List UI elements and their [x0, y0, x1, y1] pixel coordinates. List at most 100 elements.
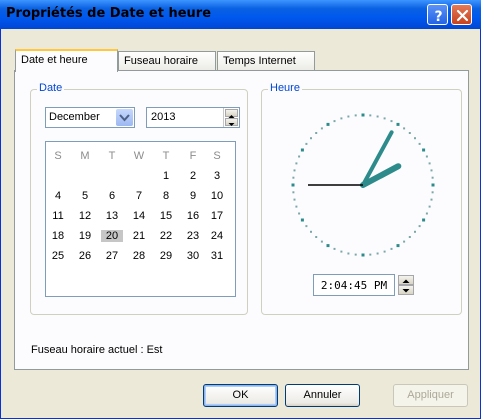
clock-minute-mark	[354, 253, 357, 256]
clock-minute-mark	[390, 247, 393, 250]
calendar-day[interactable]: 27	[101, 250, 123, 262]
calendar-day[interactable]: 31	[206, 250, 228, 262]
year-stepper[interactable]: 2013	[146, 107, 240, 128]
calendar-day[interactable]: 5	[74, 190, 96, 202]
calendar-day[interactable]: 10	[206, 190, 228, 202]
close-icon	[456, 9, 469, 22]
clock-minute-mark	[295, 162, 298, 165]
clock-minute-mark	[408, 236, 411, 238]
close-button[interactable]	[451, 4, 472, 25]
calendar-day[interactable]: 17	[206, 210, 228, 222]
month-select[interactable]: December	[45, 107, 135, 128]
calendar-day[interactable]: 19	[74, 230, 96, 242]
weekday-header: T	[162, 150, 170, 162]
weekday-header: S	[54, 150, 62, 162]
calendar-day[interactable]: 11	[47, 210, 69, 222]
clock-minute-mark	[418, 225, 421, 228]
month-value: December	[49, 111, 100, 123]
time-field[interactable]: 2:04:45 PM	[313, 274, 395, 296]
clock-minute-mark	[333, 247, 336, 250]
calendar-day[interactable]: 16	[182, 210, 204, 222]
weekday-header: F	[189, 150, 197, 162]
analog-clock	[291, 113, 435, 257]
calendar-day[interactable]: 28	[128, 250, 150, 262]
calendar-day[interactable]: 14	[128, 210, 150, 222]
calendar-day-selected[interactable]: 20	[101, 230, 123, 242]
clock-minute-mark	[315, 236, 318, 238]
tab-timezone[interactable]: Fuseau horaire	[118, 51, 216, 71]
clock-minute-mark	[408, 132, 411, 134]
spin-down-icon[interactable]	[225, 118, 238, 126]
date-group-label: Date	[37, 82, 65, 94]
clock-minute-mark	[430, 169, 433, 172]
calendar-day[interactable]: 3	[206, 170, 228, 182]
apply-button[interactable]: Appliquer	[393, 384, 468, 407]
calendar-day[interactable]: 12	[74, 210, 96, 222]
spin-up-icon[interactable]	[225, 109, 238, 118]
clock-hour-mark	[326, 122, 330, 126]
calendar-day[interactable]: 21	[128, 230, 150, 242]
clock-minute-mark	[292, 191, 295, 194]
weekday-header: M	[80, 150, 90, 162]
clock-minute-mark	[390, 120, 393, 123]
year-value: 2013	[151, 111, 176, 123]
clock-hour-mark	[361, 253, 365, 257]
chevron-down-icon[interactable]	[116, 109, 133, 126]
clock-minute-mark	[347, 252, 350, 255]
clock-minute-mark	[431, 191, 434, 194]
svg-text:?: ?	[434, 9, 442, 25]
clock-minute-mark	[315, 132, 318, 134]
clock-hour-mark	[300, 218, 304, 222]
time-group-label: Heure	[268, 82, 302, 94]
clock-hour-mark	[396, 244, 400, 248]
calendar-day[interactable]: 9	[182, 190, 204, 202]
window-title: Propriétés de Date et heure	[6, 6, 212, 21]
clock-minute-mark	[320, 240, 323, 243]
clock-hour-mark	[300, 148, 304, 152]
year-spin-buttons	[223, 108, 239, 127]
clock-hour-mark	[291, 183, 295, 187]
weekday-header: W	[133, 150, 145, 162]
tab-internet-time[interactable]: Temps Internet	[217, 51, 315, 71]
calendar-day[interactable]: 26	[74, 250, 96, 262]
clock-minute-mark	[347, 115, 350, 118]
spin-down-icon[interactable]	[398, 285, 414, 295]
clock-minute-mark	[333, 120, 336, 123]
spin-up-icon[interactable]	[398, 275, 414, 285]
clock-minute-mark	[310, 230, 312, 233]
calendar-day[interactable]: 22	[155, 230, 177, 242]
clock-hour-mark	[422, 148, 426, 152]
help-button[interactable]: ?	[427, 4, 448, 25]
calendar-day[interactable]: 2	[182, 170, 204, 182]
calendar-day[interactable]: 29	[155, 250, 177, 262]
calendar-day[interactable]: 7	[128, 190, 150, 202]
clock-minute-mark	[293, 198, 296, 201]
clock-minute-mark	[428, 162, 431, 165]
title-bar[interactable]: Propriétés de Date et heure ?	[0, 0, 481, 29]
clock-minute-mark	[425, 155, 428, 158]
calendar-day[interactable]: 13	[101, 210, 123, 222]
calendar-day[interactable]: 23	[182, 230, 204, 242]
calendar-day[interactable]: 15	[155, 210, 177, 222]
calendar-day[interactable]: 18	[47, 230, 69, 242]
clock-minute-mark	[310, 137, 312, 140]
calendar-day[interactable]: 4	[47, 190, 69, 202]
calendar-day[interactable]: 24	[206, 230, 228, 242]
calendar-day[interactable]: 30	[182, 250, 204, 262]
clock-minute-mark	[369, 114, 372, 117]
ok-button[interactable]: OK	[203, 384, 278, 407]
tab-date-time[interactable]: Date et heure	[15, 49, 118, 72]
cancel-button[interactable]: Annuler	[285, 384, 360, 407]
question-icon: ?	[434, 9, 442, 25]
calendar-day[interactable]: 6	[101, 190, 123, 202]
clock-minute-mark	[320, 127, 323, 130]
clock-minute-mark	[298, 155, 301, 158]
clock-minute-mark	[305, 142, 308, 145]
calendar-day[interactable]: 1	[155, 170, 177, 182]
clock-minute-mark	[292, 176, 295, 179]
clock-minute-mark	[340, 117, 343, 120]
calendar-day[interactable]: 8	[155, 190, 177, 202]
calendar-day[interactable]: 25	[47, 250, 69, 262]
clock-hour-mark	[361, 113, 365, 117]
weekday-header: S	[213, 150, 221, 162]
